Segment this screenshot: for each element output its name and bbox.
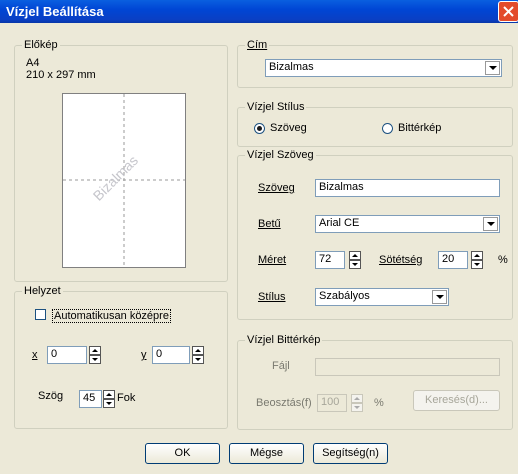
auto-center-label[interactable]: Automatikusan középre: [52, 309, 171, 323]
chevron-down-icon[interactable]: [483, 217, 498, 231]
y-label: y: [141, 349, 147, 361]
x-input[interactable]: 0: [47, 346, 87, 364]
chevron-down-icon[interactable]: [432, 290, 447, 304]
help-button[interactable]: Segítség(n): [313, 443, 388, 464]
cancel-button[interactable]: Mégse: [229, 443, 304, 464]
title-select-value: Bizalmas: [269, 61, 314, 73]
style-bitmap-radio[interactable]: [382, 123, 393, 134]
font-select[interactable]: Arial CE: [315, 215, 500, 233]
scale-percent: %: [374, 397, 384, 409]
bitmap-group: Vízjel Bittérkép: [237, 334, 513, 430]
y-input[interactable]: 0: [152, 346, 190, 364]
size-input[interactable]: 72: [315, 251, 345, 269]
paper-size-label: A4: [26, 57, 40, 69]
angle-spinner[interactable]: [103, 390, 115, 408]
scale-spinner[interactable]: [351, 394, 363, 412]
text-input[interactable]: Bizalmas: [315, 179, 500, 197]
font-label: Betű: [258, 218, 281, 230]
style-bitmap-label[interactable]: Bittérkép: [398, 122, 441, 134]
style-text-radio[interactable]: [254, 123, 265, 134]
watermark-dialog: Vízjel Beállítása Előkép A4 210 x 297 mm…: [0, 0, 518, 474]
chevron-down-icon[interactable]: [485, 61, 500, 75]
title-bar[interactable]: Vízjel Beállítása: [0, 0, 518, 23]
darkness-input[interactable]: 20: [438, 251, 468, 269]
preview-group-label: Előkép: [22, 39, 60, 51]
style-select[interactable]: Szabályos: [315, 288, 449, 306]
style-select-value: Szabályos: [319, 290, 370, 302]
title-select[interactable]: Bizalmas: [265, 59, 502, 77]
text-group-label: Vízjel Szöveg: [245, 149, 316, 161]
close-icon: [503, 6, 514, 17]
size-label: Méret: [258, 254, 287, 266]
text-label: Szöveg: [258, 182, 295, 194]
window-title: Vízjel Beállítása: [6, 4, 104, 19]
auto-center-checkbox[interactable]: [35, 309, 46, 320]
style-label: Stílus: [258, 291, 286, 303]
font-select-value: Arial CE: [319, 217, 360, 229]
scale-label: Beosztás(f): [256, 397, 312, 409]
style-group-label: Vízjel Stílus: [245, 101, 307, 113]
title-group-label: Cím: [245, 39, 270, 51]
size-spinner[interactable]: [349, 251, 361, 269]
browse-button[interactable]: Keresés(d)...: [413, 390, 500, 411]
scale-input[interactable]: 100: [317, 394, 347, 412]
file-input[interactable]: [315, 358, 500, 376]
angle-label: Szög: [38, 390, 64, 402]
angle-input[interactable]: 45: [79, 390, 102, 408]
page-preview: Bizalmas: [62, 93, 186, 268]
ok-button[interactable]: OK: [145, 443, 220, 464]
darkness-label: Sötétség: [379, 254, 423, 266]
paper-dimensions-label: 210 x 297 mm: [26, 69, 96, 81]
x-spinner[interactable]: [89, 346, 101, 364]
darkness-percent: %: [498, 254, 508, 266]
close-button[interactable]: [498, 1, 518, 22]
angle-unit: Fok: [117, 392, 136, 404]
y-spinner[interactable]: [192, 346, 204, 364]
x-label: x: [32, 349, 38, 361]
position-group-label: Helyzet: [22, 285, 63, 297]
bitmap-group-label: Vízjel Bittérkép: [245, 334, 323, 346]
file-label: Fájl: [272, 360, 290, 372]
style-text-label[interactable]: Szöveg: [270, 122, 307, 134]
darkness-spinner[interactable]: [471, 251, 483, 269]
